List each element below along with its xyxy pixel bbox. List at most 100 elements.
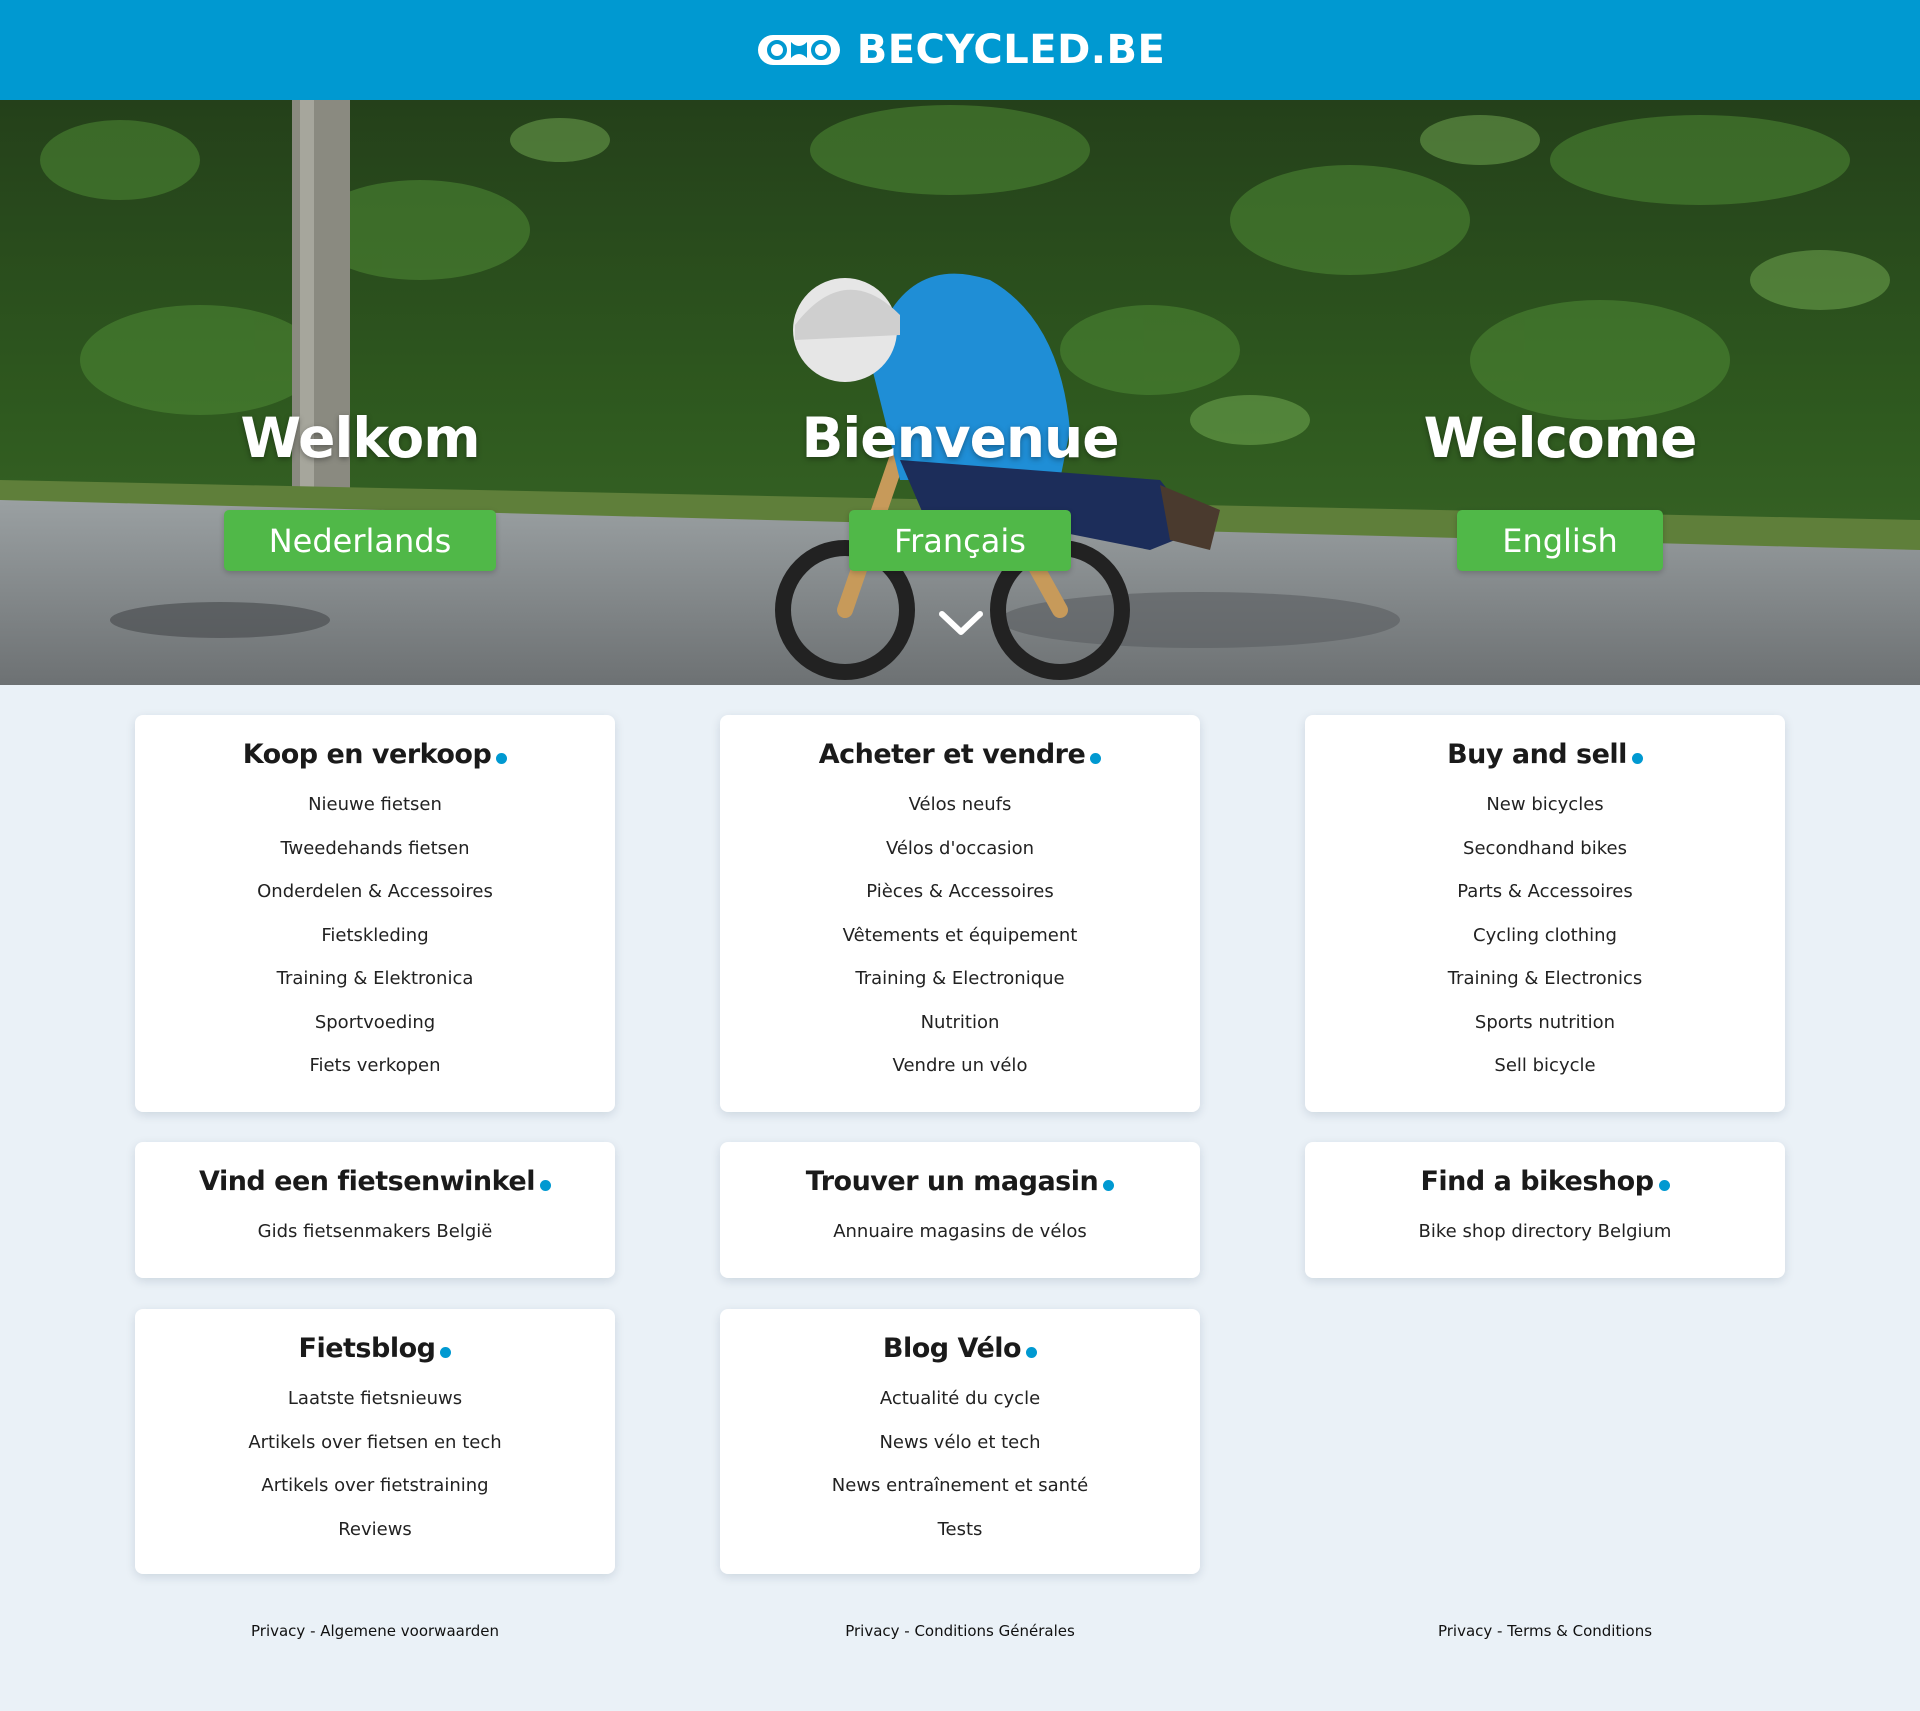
hero-banner: Welkom Nederlands Bienvenue Français Wel… [0,100,1920,685]
nav-link[interactable]: Sports nutrition [1475,1012,1615,1033]
card-title: Find a bikeshop [1305,1165,1785,1199]
chevron-down-icon[interactable] [938,608,984,638]
list-item: Onderdelen & Accessoires [135,870,615,914]
hero-title-bienvenue: Bienvenue [801,406,1120,470]
list-item: News entraînement et santé [720,1464,1200,1508]
accent-dot-icon [1103,1180,1115,1191]
list-item: Vélos neufs [720,783,1200,827]
accent-dot-icon [496,753,508,764]
nav-link[interactable]: News vélo et tech [879,1432,1040,1453]
list-item: Cycling clothing [1305,914,1785,958]
nav-link[interactable]: Pièces & Accessoires [866,881,1053,902]
nav-link[interactable]: Bike shop directory Belgium [1419,1221,1672,1242]
card-buy-sell-french: Acheter et vendre Vélos neufs Vélos d'oc… [720,715,1200,1112]
language-button-dutch[interactable]: Nederlands [223,510,497,571]
list-item: Pièces & Accessoires [720,870,1200,914]
nav-link[interactable]: Vélos d'occasion [886,838,1034,859]
card-title: Koop en verkoop [135,738,615,772]
hero-title-welcome: Welcome [1423,406,1698,470]
nav-link[interactable]: Artikels over fietstraining [261,1475,488,1496]
nav-link[interactable]: Reviews [338,1519,412,1540]
list-item: Training & Electronics [1305,957,1785,1001]
nav-link[interactable]: Parts & Accessoires [1457,881,1632,902]
nav-link[interactable]: Training & Electronique [855,968,1064,989]
nav-link[interactable]: Onderdelen & Accessoires [257,881,493,902]
card-title: Fietsblog [135,1332,615,1366]
list-item: Vendre un vélo [720,1044,1200,1088]
card-find-shop-dutch: Vind een fietsenwinkel Gids fietsenmaker… [135,1142,615,1278]
nav-link[interactable]: Laatste fietsnieuws [288,1388,462,1409]
language-button-english[interactable]: English [1457,510,1663,571]
hero-column-english: Welcome English [1260,100,1860,685]
nav-link[interactable]: Training & Elektronica [277,968,474,989]
nav-link[interactable]: New bicycles [1486,794,1603,815]
footer-legal-link[interactable]: Privacy - Algemene voorwaarden [251,1622,499,1640]
nav-link[interactable]: Cycling clothing [1473,925,1617,946]
hero-column-dutch: Welkom Nederlands [60,100,660,685]
list-item: Tweedehands fietsen [135,827,615,871]
nav-link[interactable]: Vêtements et équipement [843,925,1078,946]
nav-link[interactable]: Fietskleding [321,925,428,946]
nav-link[interactable]: Artikels over fietsen en tech [248,1432,501,1453]
card-title: Vind een fietsenwinkel [135,1165,615,1199]
list-item: Actualité du cycle [720,1377,1200,1421]
card-find-shop-french: Trouver un magasin Annuaire magasins de … [720,1142,1200,1278]
list-item: Artikels over fietstraining [135,1464,615,1508]
footer-dutch: Privacy - Algemene voorwaarden [135,1622,615,1640]
nav-link[interactable]: Vendre un vélo [893,1055,1028,1076]
nav-link[interactable]: Actualité du cycle [880,1388,1040,1409]
site-header: BECYCLED.BE [0,0,1920,100]
list-item: Sell bicycle [1305,1044,1785,1088]
nav-link[interactable]: Training & Electronics [1448,968,1643,989]
card-buy-sell-dutch: Koop en verkoop Nieuwe fietsen Tweedehan… [135,715,615,1112]
card-find-shop-english: Find a bikeshop Bike shop directory Belg… [1305,1142,1785,1278]
list-item: Fietskleding [135,914,615,958]
list-item: Vélos d'occasion [720,827,1200,871]
card-title: Acheter et vendre [720,738,1200,772]
nav-link[interactable]: Nutrition [921,1012,1000,1033]
list-item: Gids fietsenmakers België [135,1210,615,1254]
accent-dot-icon [1090,753,1102,764]
list-item: Training & Elektronica [135,957,615,1001]
hero-title-welkom: Welkom [240,406,480,470]
nav-link[interactable]: Annuaire magasins de vélos [833,1221,1087,1242]
list-item: Nutrition [720,1001,1200,1045]
list-item: Nieuwe fietsen [135,783,615,827]
accent-dot-icon [440,1347,452,1358]
language-button-french[interactable]: Français [849,510,1071,571]
list-item: Training & Electronique [720,957,1200,1001]
brand-name: BECYCLED.BE [856,27,1166,73]
card-blog-french: Blog Vélo Actualité du cycle News vélo e… [720,1309,1200,1574]
footer-legal-link[interactable]: Privacy - Conditions Générales [845,1622,1075,1640]
nav-link[interactable]: News entraînement et santé [832,1475,1088,1496]
list-item: Vêtements et équipement [720,914,1200,958]
list-item: Reviews [135,1508,615,1552]
list-item: Bike shop directory Belgium [1305,1210,1785,1254]
accent-dot-icon [1631,753,1643,764]
card-buy-sell-english: Buy and sell New bicycles Secondhand bik… [1305,715,1785,1112]
card-title: Blog Vélo [720,1332,1200,1366]
accent-dot-icon [1658,1180,1670,1191]
nav-link[interactable]: Sportvoeding [315,1012,435,1033]
list-item: Fiets verkopen [135,1044,615,1088]
nav-link[interactable]: Vélos neufs [909,794,1012,815]
list-item: Annuaire magasins de vélos [720,1210,1200,1254]
brand-home-link[interactable]: BECYCLED.BE [755,27,1166,73]
footer-english: Privacy - Terms & Conditions [1305,1622,1785,1640]
footer-french: Privacy - Conditions Générales [720,1622,1200,1640]
nav-link[interactable]: Fiets verkopen [309,1055,440,1076]
nav-link[interactable]: Gids fietsenmakers België [258,1221,493,1242]
list-item: Tests [720,1508,1200,1552]
nav-link[interactable]: Sell bicycle [1494,1055,1595,1076]
accent-dot-icon [1026,1347,1038,1358]
nav-link[interactable]: Secondhand bikes [1463,838,1627,859]
nav-link[interactable]: Nieuwe fietsen [308,794,442,815]
nav-link[interactable]: Tweedehands fietsen [280,838,469,859]
list-item: Sportvoeding [135,1001,615,1045]
footer-legal-link[interactable]: Privacy - Terms & Conditions [1438,1622,1652,1640]
card-title: Buy and sell [1305,738,1785,772]
card-blog-dutch: Fietsblog Laatste fietsnieuws Artikels o… [135,1309,615,1574]
nav-link[interactable]: Tests [938,1519,983,1540]
list-item: Secondhand bikes [1305,827,1785,871]
list-item: Parts & Accessoires [1305,870,1785,914]
